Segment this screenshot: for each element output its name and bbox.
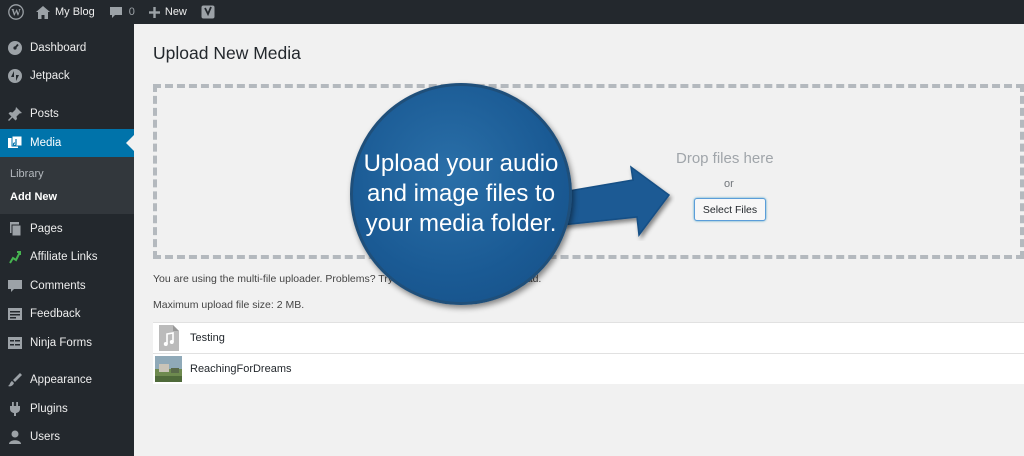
sidebar-item-label: Ninja Forms	[30, 337, 92, 349]
callout-arrow	[556, 165, 671, 237]
sidebar-item-appearance[interactable]: Appearance	[0, 366, 134, 394]
comments-count: 0	[128, 6, 135, 18]
svg-text:W: W	[11, 8, 21, 19]
sidebar-item-label: Plugins	[30, 403, 68, 415]
max-upload-size: Maximum upload file size: 2 MB.	[153, 299, 305, 311]
appearance-icon	[0, 372, 30, 388]
sidebar-item-label: Comments	[30, 280, 86, 292]
callout-text: Upload your audio and image files to you…	[363, 150, 559, 237]
admin-sidebar: Dashboard Jetpack Posts Media Library Ad…	[0, 24, 134, 456]
submenu-item-add-new[interactable]: Add New	[10, 191, 57, 203]
audio-file-icon	[155, 324, 183, 352]
callout-bubble: Upload your audio and image files to you…	[350, 83, 572, 305]
uploader-note: You are using the multi-file uploader. P…	[153, 273, 394, 285]
sidebar-item-label: Jetpack	[30, 70, 70, 82]
sidebar-item-label: Feedback	[30, 308, 81, 320]
new-label: New	[164, 6, 187, 18]
image-thumbnail	[155, 355, 182, 383]
jetpack-icon	[0, 68, 30, 84]
site-name-link[interactable]: My Blog	[29, 0, 102, 24]
pushpin-icon	[0, 106, 30, 122]
media-submenu: Library Add New	[0, 157, 134, 214]
new-content-link[interactable]: New	[142, 0, 194, 24]
media-icon	[0, 135, 30, 151]
sidebar-item-plugins[interactable]: Plugins	[0, 395, 134, 423]
sidebar-item-label: Affiliate Links	[30, 251, 98, 263]
wordpress-logo-icon[interactable]: W	[3, 0, 29, 24]
select-files-button[interactable]: Select Files	[694, 198, 766, 221]
drop-files-text: Drop files here	[676, 150, 774, 167]
sidebar-item-affiliate-links[interactable]: Affiliate Links	[0, 243, 134, 271]
feedback-icon	[0, 306, 30, 322]
sidebar-item-jetpack[interactable]: Jetpack	[0, 62, 134, 90]
sidebar-item-label: Dashboard	[30, 42, 87, 54]
site-name: My Blog	[55, 6, 95, 18]
sidebar-item-pages[interactable]: Pages	[0, 215, 134, 243]
sidebar-item-posts[interactable]: Posts	[0, 100, 134, 128]
sidebar-item-media[interactable]: Media	[0, 129, 134, 157]
media-filename: ReachingForDreams	[190, 363, 292, 375]
sidebar-item-ninja-forms[interactable]: Ninja Forms	[0, 329, 134, 357]
users-icon	[0, 429, 30, 445]
or-text: or	[724, 178, 734, 190]
comments-icon	[0, 278, 30, 294]
pages-icon	[0, 221, 30, 237]
sidebar-item-users[interactable]: Users	[0, 423, 134, 451]
ninja-forms-icon	[0, 335, 30, 351]
sidebar-item-label: Appearance	[30, 374, 93, 386]
submenu-item-library[interactable]: Library	[10, 168, 44, 180]
page-title: Upload New Media	[153, 43, 301, 63]
dashboard-icon	[0, 40, 30, 56]
sidebar-item-label: Posts	[30, 108, 59, 120]
plugins-icon	[0, 401, 30, 417]
media-filename: Testing	[190, 332, 225, 344]
yoast-icon[interactable]	[194, 0, 222, 24]
media-list-item[interactable]: ReachingForDreams	[153, 353, 1024, 384]
sidebar-item-label: Users	[30, 431, 61, 443]
sidebar-item-label: Pages	[30, 223, 63, 235]
sidebar-item-feedback[interactable]: Feedback	[0, 300, 134, 328]
media-list-item[interactable]: Testing	[153, 322, 1024, 353]
admin-bar: W My Blog 0 New	[0, 0, 1024, 24]
active-menu-pointer	[126, 135, 134, 151]
comment-bubble-icon	[109, 6, 123, 19]
sidebar-item-label: Media	[30, 137, 62, 149]
comments-link[interactable]: 0	[102, 0, 142, 24]
affiliate-links-icon	[0, 249, 30, 265]
sidebar-item-dashboard[interactable]: Dashboard	[0, 34, 134, 62]
home-icon	[36, 5, 50, 19]
plus-icon	[148, 6, 160, 18]
sidebar-item-comments[interactable]: Comments	[0, 272, 134, 300]
